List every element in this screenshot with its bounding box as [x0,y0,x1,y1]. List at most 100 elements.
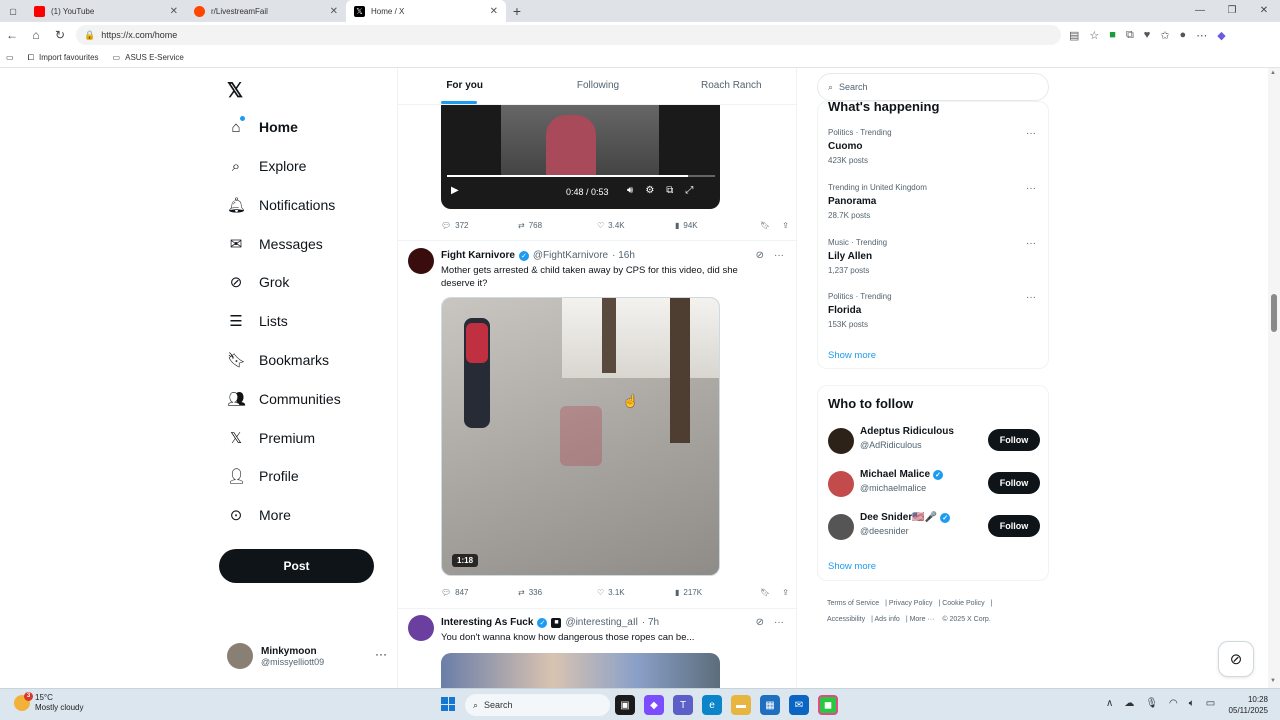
bookmark-icon[interactable]: 🔖︎ [760,221,770,230]
copilot-icon[interactable]: ◆ [1217,29,1225,42]
volume-icon[interactable]: 🔊︎ [627,185,633,196]
like-button[interactable]: ♡ 3.1K [597,588,675,597]
privacy-link[interactable]: Privacy Policy [889,600,933,607]
trend-item[interactable]: Music · Trending Lily Allen 1,237 posts … [828,238,1040,275]
tab-for-you[interactable]: For you [398,68,531,104]
menu-icon[interactable]: ⋯ [1196,29,1207,42]
follow-button[interactable]: Follow [988,472,1040,494]
video-player[interactable]: 1:18 ☝ [441,297,720,576]
battery-icon[interactable]: ▭ [1206,698,1215,709]
x-logo-icon[interactable]: 𝕏 [227,78,243,103]
author-name[interactable]: Interesting As Fuck [441,617,533,628]
fullscreen-icon[interactable]: ⤢ [685,185,693,196]
browser-tab-x[interactable]: 𝕏 Home / X ✕ [346,0,506,22]
views-button[interactable]: ▮ 217K [675,588,758,597]
tab-following[interactable]: Following [531,68,664,104]
trend-item[interactable]: Politics · Trending Cuomo 423K posts ··· [828,128,1040,165]
trend-more-icon[interactable]: ··· [1026,128,1036,139]
favorites-icon[interactable]: ✩ [1160,29,1169,42]
sidebar-toggle-icon[interactable]: ▭ [6,53,14,62]
bookmark-import-favourites[interactable]: ⧠ Import favourites [28,53,99,63]
grok-explain-icon[interactable]: ⊘ [756,250,764,261]
scroll-up-icon[interactable]: ▲ [1270,70,1276,76]
avatar[interactable] [408,248,434,274]
nav-item-bookmarks[interactable]: 🔖︎ Bookmarks [227,348,329,372]
tweet-media[interactable] [441,653,720,688]
settings-gear-icon[interactable]: ⚙ [645,185,654,196]
author-handle[interactable]: @FightKarnivore [533,250,608,261]
scrollbar-thumb[interactable] [1271,294,1277,332]
video-progress-bar[interactable] [447,175,715,177]
nav-item-more[interactable]: ⊙ More [227,503,291,527]
close-tab-icon[interactable]: ✕ [330,6,338,17]
favorite-star-icon[interactable]: ☆ [1089,29,1099,42]
cookie-link[interactable]: Cookie Policy [942,600,984,607]
search-input[interactable]: ⌕ Search [817,73,1049,101]
file-explorer-icon[interactable]: ▬ [731,695,751,715]
nav-item-home[interactable]: ⌂ Home [227,115,298,139]
grok-explain-icon[interactable]: ⊘ [756,617,764,628]
ads-info-link[interactable]: Ads info [875,616,900,623]
extension-check-icon[interactable]: ■ [1109,29,1116,41]
trend-more-icon[interactable]: ··· [1026,183,1036,194]
browser-essentials-icon[interactable]: ♥ [1144,29,1151,41]
edge-icon[interactable]: e [702,695,722,715]
follow-button[interactable]: Follow [988,515,1040,537]
nav-item-messages[interactable]: ✉ Messages [227,232,323,256]
tweet-time[interactable]: · 16h [612,250,635,261]
account-more-icon[interactable]: ··· [375,647,387,661]
bookmark-asus-eservice[interactable]: ▭ ASUS E-Service [113,53,184,62]
home-browser-icon[interactable]: ⌂ [24,28,48,42]
reader-view-icon[interactable]: ▤ [1069,29,1079,42]
teams-icon[interactable]: T [673,695,693,715]
play-icon[interactable]: ▶ [451,185,459,196]
minimize-icon[interactable]: — [1184,0,1216,22]
terms-link[interactable]: Terms of Service [827,600,879,607]
nav-item-premium[interactable]: 𝕏 Premium [227,426,315,450]
follow-suggestion[interactable]: Dee Snider🇺🇸🎤 ✓ @deesnider Follow [828,512,1040,542]
trend-more-icon[interactable]: ··· [1026,238,1036,249]
reply-button[interactable]: 💬︎ 372 [441,221,518,230]
more-link[interactable]: More ··· [910,616,935,623]
game-app-icon[interactable]: ◼ [818,695,838,715]
tweet-more-icon[interactable]: ··· [774,250,784,261]
repost-button[interactable]: ⇄ 768 [518,221,597,230]
browser-tab-youtube[interactable]: (1) YouTube ✕ [26,0,186,22]
tweet-time[interactable]: · 7h [642,617,659,628]
grok-chat-button[interactable]: ⊘ [1218,641,1254,677]
nav-item-communities[interactable]: 👥︎ Communities [227,387,341,411]
show-more-follow-link[interactable]: Show more [828,561,876,572]
video-player[interactable]: ▶ 0:48 / 0:53 🔊︎ ⚙ ⧉ ⤢ [441,105,720,209]
trend-item[interactable]: Politics · Trending Florida 153K posts ·… [828,292,1040,329]
speaker-icon[interactable]: 🔈︎ [1189,698,1195,709]
follow-suggestion[interactable]: Michael Malice ✓ @michaelmalice Follow [828,469,1040,499]
microphone-icon[interactable]: 🎙︎ [1145,698,1158,709]
browser-tab-reddit[interactable]: r/LivestreamFail ✕ [186,0,346,22]
trend-item[interactable]: Trending in United Kingdom Panorama 28.7… [828,183,1040,220]
page-scrollbar[interactable]: ▲ ▼ [1268,68,1280,688]
close-window-icon[interactable]: ✕ [1248,0,1280,22]
weather-widget[interactable]: 3 15°C Mostly cloudy [14,692,83,713]
taskbar-clock[interactable]: 10:28 05/11/2025 [1222,694,1268,716]
extensions-icon[interactable]: ⧉ [1126,29,1134,42]
post-button[interactable]: Post [219,549,374,583]
taskbar-search[interactable]: ⌕ Search [465,694,610,716]
trend-more-icon[interactable]: ··· [1026,292,1036,303]
show-more-trends-link[interactable]: Show more [828,350,876,361]
profile-icon[interactable]: ● [1180,29,1187,41]
views-button[interactable]: ▮ 94K [675,221,758,230]
url-field[interactable]: 🔒 https://x.com/home [76,25,1061,45]
nav-item-profile[interactable]: 👤︎ Profile [227,464,299,488]
avatar[interactable] [408,615,434,641]
share-icon[interactable]: ⇪ [782,588,789,597]
reply-button[interactable]: 💬︎ 847 [441,588,518,597]
nav-item-explore[interactable]: ⌕ Explore [227,154,307,178]
maximize-icon[interactable]: ❐ [1216,0,1248,22]
share-icon[interactable]: ⇪ [782,221,789,230]
new-tab-button[interactable]: + [506,3,528,19]
back-icon[interactable]: ← [0,28,24,42]
task-view-icon[interactable]: ▣ [615,695,635,715]
tab-actions-icon[interactable]: ▢ [0,0,26,22]
bookmark-icon[interactable]: 🔖︎ [760,588,770,597]
scroll-down-icon[interactable]: ▼ [1270,678,1276,684]
